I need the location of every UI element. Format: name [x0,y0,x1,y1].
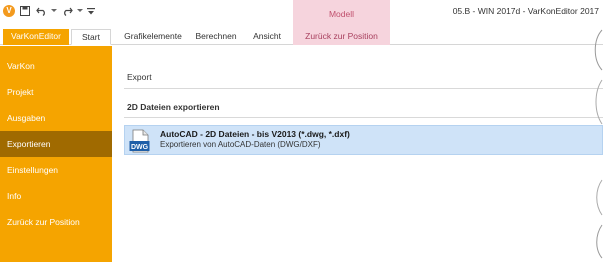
app-icon[interactable]: V [3,5,15,17]
window-title: 05.B - WIN 2017d - VarKonEditor 2017 [452,6,599,16]
tab-berechnen[interactable]: Berechnen [191,29,241,45]
tab-ansicht[interactable]: Ansicht [247,29,287,45]
nav-item-info[interactable]: Info [0,183,112,209]
divider [124,117,603,118]
quick-access-toolbar: V [3,4,95,18]
export-item-autocad[interactable]: DWG AutoCAD - 2D Dateien - bis V2013 (*.… [124,125,603,155]
tab-grafikelemente[interactable]: Grafikelemente [117,29,189,45]
tab-zurueck-zur-position[interactable]: Zurück zur Position [293,29,390,45]
undo-dropdown-icon[interactable] [51,5,57,17]
tab-varkoneditor[interactable]: VarKonEditor [3,29,69,45]
redo-dropdown-icon[interactable] [77,5,83,17]
undo-icon[interactable] [35,5,47,17]
subsection-title: 2D Dateien exportieren [127,102,220,112]
title-bar: V Modell 05.B - WIN 2017d - VarKonEditor… [0,0,603,29]
nav-item-zurueck-zur-position[interactable]: Zurück zur Position [0,209,112,235]
ribbon-tabs: VarKonEditor Start Grafikelemente Berech… [0,29,603,45]
section-title: Export [127,72,152,82]
nav-item-einstellungen[interactable]: Einstellungen [0,157,112,183]
context-tab-group: Modell [293,0,390,29]
nav-item-exportieren[interactable]: Exportieren [0,131,112,157]
nav-item-projekt[interactable]: Projekt [0,79,112,105]
backstage-nav: VarKon Projekt Ausgaben Exportieren Eins… [0,46,112,262]
context-group-label: Modell [328,9,355,19]
nav-item-ausgaben[interactable]: Ausgaben [0,105,112,131]
tab-start[interactable]: Start [71,29,111,45]
nav-item-varkon[interactable]: VarKon [0,53,112,79]
dwg-file-icon: DWG [129,129,151,153]
export-panel: Export 2D Dateien exportieren DWG AutoCA… [112,46,603,262]
export-item-title: AutoCAD - 2D Dateien - bis V2013 (*.dwg,… [160,129,350,139]
dwg-file-icon-label: DWG [131,144,149,151]
redo-icon[interactable] [61,5,73,17]
export-item-description: Exportieren von AutoCAD-Daten (DWG/DXF) [160,140,321,149]
divider [124,88,603,89]
customize-icon[interactable] [87,5,95,17]
save-icon[interactable] [19,5,31,17]
